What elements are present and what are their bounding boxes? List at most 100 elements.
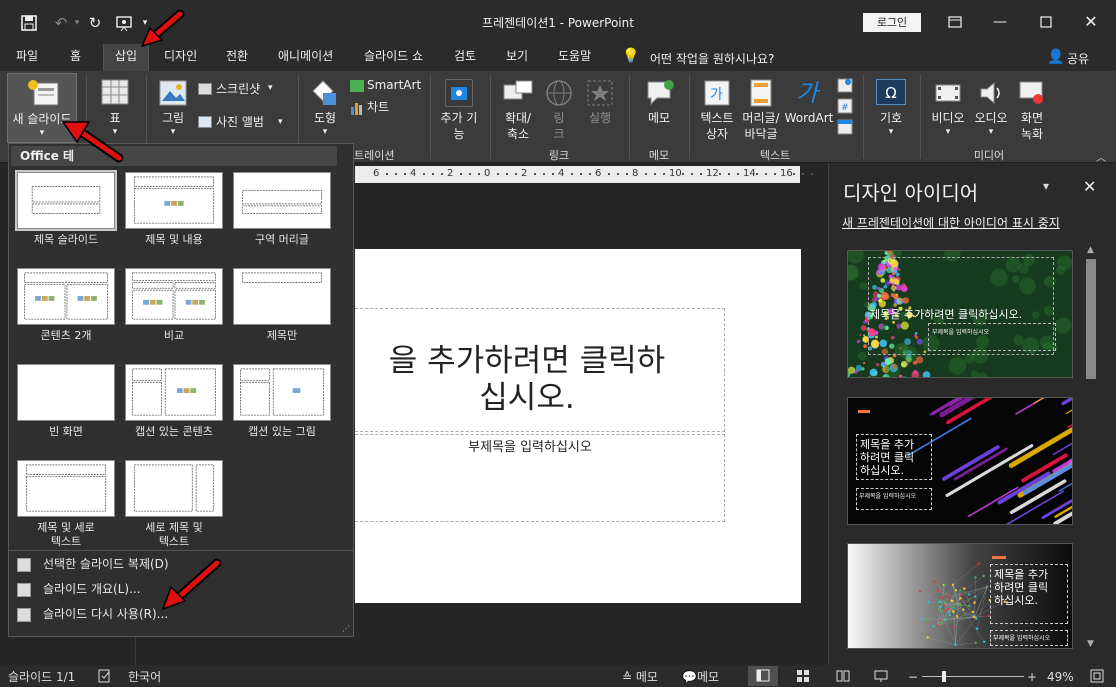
design-idea-1[interactable]: 제목을 추가하려면 클릭하십시오. 부제목을 입력하십시오 bbox=[847, 250, 1073, 378]
notes-button[interactable]: ≙ 메모 bbox=[622, 669, 658, 685]
design-idea-2[interactable]: 제목을 추가 하려면 클릭 하십시오. 부제목을 입력하십시오 bbox=[847, 397, 1073, 525]
object-icon[interactable] bbox=[837, 119, 853, 135]
layout-thumbnail-capcontent[interactable] bbox=[125, 364, 223, 421]
tab-help[interactable]: 도움말 bbox=[554, 44, 595, 71]
video-button[interactable]: 비디오 ▾ bbox=[926, 75, 970, 145]
layout-thumbnail-titlecontent[interactable] bbox=[125, 172, 223, 229]
slideshow-button[interactable] bbox=[874, 669, 888, 685]
addins-button[interactable]: 추가 기 능 bbox=[436, 75, 482, 145]
picture-button[interactable]: 그림 ▾ bbox=[153, 75, 193, 145]
reuse-slides-command[interactable]: 슬라이드 다시 사용(R)... bbox=[17, 604, 168, 624]
wordart-button[interactable]: 가 WordArt bbox=[784, 75, 834, 145]
table-label: 표 bbox=[109, 111, 121, 125]
ruler-tick bbox=[571, 173, 573, 175]
tab-design[interactable]: 디자인 bbox=[160, 44, 201, 71]
customize-toolbar-icon[interactable]: ▾ bbox=[134, 12, 156, 34]
scroll-up-icon[interactable]: ▲ bbox=[1087, 245, 1094, 255]
screen-recording-button[interactable]: 화면 녹화 bbox=[1012, 75, 1052, 145]
redo-icon[interactable]: ↻ bbox=[84, 12, 106, 34]
tab-transitions[interactable]: 전환 bbox=[222, 44, 252, 71]
layout-thumbnail-compare[interactable] bbox=[125, 268, 223, 325]
layout-thumbnail-title[interactable] bbox=[15, 170, 117, 231]
presentation-start-icon[interactable] bbox=[113, 12, 135, 34]
design-idea-3[interactable]: 제목을 추가 하려면 클릭 하십시오. 부제목을 입력하십시오 bbox=[847, 543, 1073, 649]
omega-icon: Ω bbox=[876, 79, 906, 105]
layout-thumbnail-section[interactable] bbox=[233, 172, 331, 229]
resize-grip-icon[interactable]: ⋰ bbox=[342, 624, 350, 633]
layout-thumbnail-two[interactable] bbox=[17, 268, 115, 325]
tab-slideshow[interactable]: 슬라이드 쇼 bbox=[360, 44, 427, 71]
ruler-tick-label: 12 bbox=[706, 168, 719, 179]
pane-scrollbar[interactable]: ▲ ▼ bbox=[1085, 245, 1097, 653]
collapse-ribbon-icon[interactable]: ︿ bbox=[1096, 149, 1106, 164]
layout-label: 콘텐츠 2개 bbox=[40, 329, 92, 342]
tab-insert[interactable]: 삽입 bbox=[103, 44, 149, 71]
slides-from-outline-command[interactable]: 슬라이드 개요(L)... bbox=[17, 579, 141, 599]
ribbon-separator bbox=[920, 75, 921, 159]
zoom-out-button[interactable]: − bbox=[908, 669, 918, 685]
stop-ideas-link[interactable]: 새 프레젠테이션에 대한 아이디어 표시 중지 bbox=[842, 214, 1060, 231]
layout-thumbnail-vert2[interactable] bbox=[125, 460, 223, 517]
tell-me-box[interactable]: 어떤 작업을 원하시나요? bbox=[650, 50, 774, 67]
symbol-button[interactable]: Ω 기호 ▾ bbox=[870, 75, 912, 145]
login-button[interactable]: 로그인 bbox=[863, 13, 921, 32]
slide-sorter-button[interactable] bbox=[796, 669, 810, 685]
scrollbar-thumb[interactable] bbox=[1086, 259, 1096, 379]
idea-subtitle-box: 부제목을 입력하십시오 bbox=[928, 323, 1056, 351]
tab-review[interactable]: 검토 bbox=[450, 44, 480, 71]
comments-button[interactable]: 💬메모 bbox=[682, 669, 719, 685]
comment-button[interactable]: 메모 bbox=[637, 75, 681, 145]
zoom-level[interactable]: 49% bbox=[1047, 669, 1074, 685]
zoom-slider-thumb[interactable] bbox=[942, 671, 947, 682]
zoom-slider-track[interactable] bbox=[922, 676, 1024, 677]
tab-view[interactable]: 보기 bbox=[502, 44, 532, 71]
accessibility-icon[interactable] bbox=[98, 669, 112, 685]
date-time-icon[interactable] bbox=[837, 77, 853, 93]
action-button[interactable]: 실행 bbox=[581, 75, 619, 145]
chart-button[interactable]: 차트 bbox=[350, 100, 410, 116]
title-placeholder[interactable]: 을 추가하려면 클릭하 십시오. bbox=[335, 308, 725, 432]
audio-button[interactable]: 오디오 ▾ bbox=[970, 75, 1012, 145]
pane-close-icon[interactable]: ✕ bbox=[1083, 177, 1096, 196]
zoom-button[interactable]: 확대/ 축소 bbox=[497, 75, 539, 145]
shapes-button[interactable]: 도형 ▾ bbox=[305, 75, 345, 145]
save-icon[interactable] bbox=[18, 12, 40, 34]
smartart-button[interactable]: SmartArt bbox=[350, 78, 422, 94]
layout-thumbnail-blank[interactable] bbox=[17, 364, 115, 421]
layout-thumbnail-titleonly[interactable] bbox=[233, 268, 331, 325]
language-indicator[interactable]: 한국어 bbox=[128, 669, 161, 685]
photo-album-button[interactable]: 사진 앨범 ▾ bbox=[198, 113, 290, 133]
chevron-down-icon: ▾ bbox=[888, 127, 894, 137]
symbol-label: 기호 bbox=[879, 111, 903, 125]
subtitle-placeholder[interactable]: 부제목을 입력하십시오 bbox=[335, 434, 725, 522]
close-button[interactable]: ✕ bbox=[1076, 10, 1106, 34]
slide-canvas[interactable]: 을 추가하려면 클릭하 십시오. 부제목을 입력하십시오 bbox=[335, 249, 801, 603]
maximize-button[interactable] bbox=[1031, 10, 1061, 34]
wordart-label: WordArt bbox=[784, 111, 834, 125]
new-slide-button[interactable]: 새 슬라이드 ▾ bbox=[7, 73, 77, 143]
table-button[interactable]: 표 ▾ bbox=[93, 75, 137, 145]
link-button[interactable]: 링 크 bbox=[541, 75, 577, 145]
ribbon-display-options-icon[interactable] bbox=[940, 10, 970, 34]
minimize-button[interactable]: — bbox=[985, 10, 1015, 34]
textbox-button[interactable]: 가 텍스트 상자 bbox=[695, 75, 739, 145]
slide-number-icon[interactable]: # bbox=[837, 98, 853, 114]
tab-file[interactable]: 파일 bbox=[12, 44, 42, 71]
idea-3-subtitle: 부제목을 입력하십시오 bbox=[993, 635, 1051, 642]
share-button[interactable]: 공유 bbox=[1067, 50, 1089, 67]
screenshot-button[interactable]: 스크린샷 ▾ bbox=[198, 81, 288, 101]
pane-options-icon[interactable]: ▾ bbox=[1043, 179, 1049, 193]
zoom-in-button[interactable]: + bbox=[1027, 669, 1037, 685]
reading-view-button[interactable] bbox=[836, 669, 850, 685]
layout-thumbnail-cappic[interactable] bbox=[233, 364, 331, 421]
ruler-tick bbox=[728, 173, 730, 175]
duplicate-slides-command[interactable]: 선택한 슬라이드 복제(D) bbox=[17, 554, 169, 574]
header-footer-button[interactable]: 머리글/ 바닥글 bbox=[739, 75, 783, 145]
group-illustrations: 트레이션 bbox=[354, 149, 395, 162]
fit-to-window-button[interactable] bbox=[1090, 669, 1104, 685]
scroll-down-icon[interactable]: ▼ bbox=[1087, 639, 1094, 649]
tab-home[interactable]: 홈 bbox=[66, 44, 85, 71]
tab-animations[interactable]: 애니메이션 bbox=[274, 44, 337, 71]
layout-thumbnail-vert1[interactable] bbox=[17, 460, 115, 517]
normal-view-button[interactable] bbox=[748, 666, 778, 686]
